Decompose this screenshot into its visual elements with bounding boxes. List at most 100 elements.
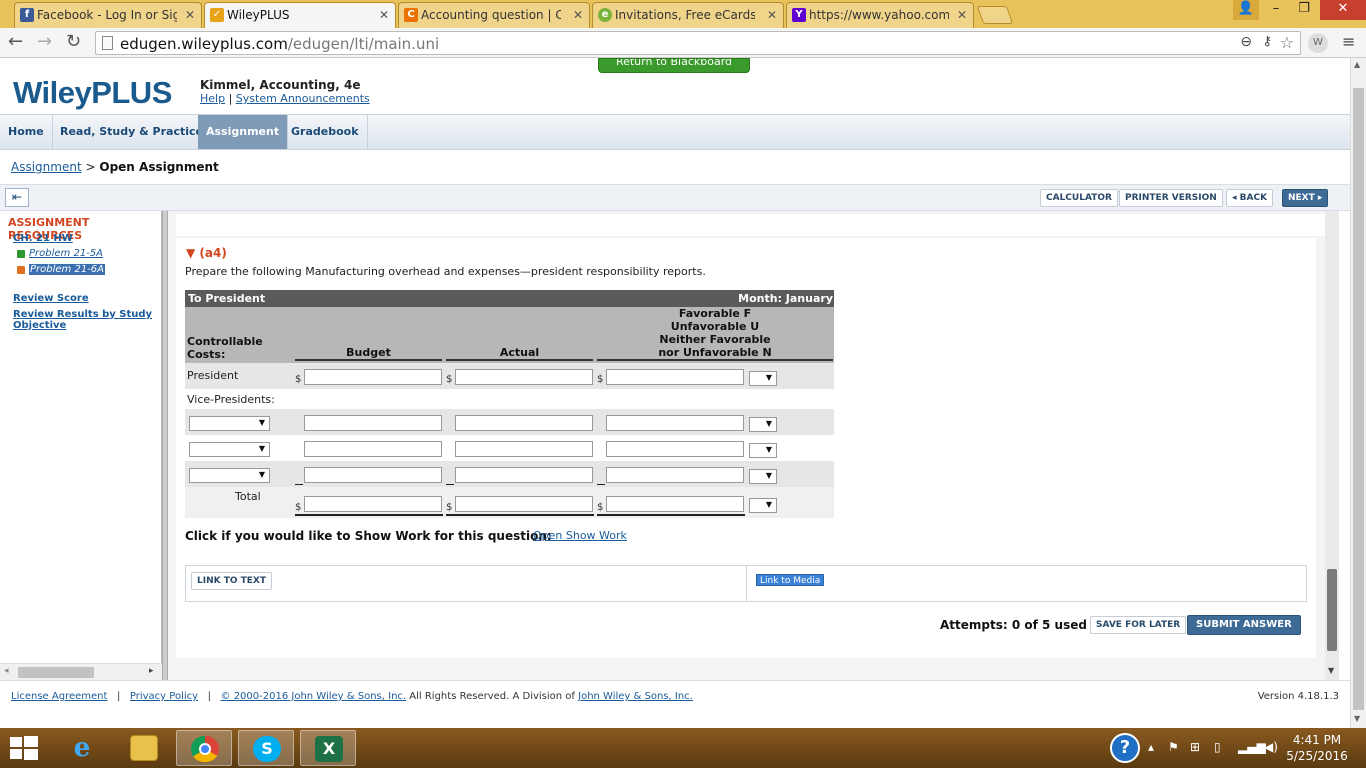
vp-budget-input[interactable] <box>304 441 442 457</box>
president-budget-input[interactable] <box>304 369 442 385</box>
close-icon[interactable]: ✕ <box>767 3 777 27</box>
vp-budget-input[interactable] <box>304 415 442 431</box>
forward-arrow-icon[interactable]: → <box>37 32 52 52</box>
nav-gradebook[interactable]: Gradebook <box>283 115 368 149</box>
help-icon[interactable]: ? <box>1110 733 1140 763</box>
vp-difference-input[interactable] <box>606 415 744 431</box>
review-results-link[interactable]: Review Results by Study Objective <box>13 309 158 331</box>
scroll-left-icon[interactable]: ◂ <box>4 666 9 676</box>
address-bar[interactable]: edugen.wileyplus.com/edugen/lti/main.uni… <box>95 31 1301 55</box>
windows-start-icon[interactable] <box>10 736 38 760</box>
vp-fu-select[interactable] <box>749 417 777 432</box>
link-to-media-button[interactable]: Link to Media <box>756 574 825 586</box>
network-icon[interactable]: ▂▄▆ <box>1238 740 1266 754</box>
zoom-icon[interactable]: ⊖ <box>1240 34 1252 50</box>
vp-actual-input[interactable] <box>455 441 593 457</box>
collapse-triangle-icon[interactable]: ▼ <box>186 246 195 260</box>
minimize-button[interactable]: – <box>1262 0 1290 20</box>
copyright-link[interactable]: © 2000-2016 John Wiley & Sons, Inc. <box>221 691 407 702</box>
close-icon[interactable]: ✕ <box>185 3 195 27</box>
sidebar-toggle-icon[interactable]: ⇤ <box>5 188 29 207</box>
content-scrollbar[interactable]: ▼ <box>1325 211 1339 681</box>
vp-difference-input[interactable] <box>606 441 744 457</box>
vp-actual-input[interactable] <box>455 415 593 431</box>
volume-icon[interactable]: ◀) <box>1264 740 1278 754</box>
open-show-work-link[interactable]: Open Show Work <box>533 529 627 542</box>
scroll-right-icon[interactable]: ▸ <box>149 666 154 676</box>
president-difference-input[interactable] <box>606 369 744 385</box>
announcements-link[interactable]: System Announcements <box>236 92 370 105</box>
tab-facebook[interactable]: f Facebook - Log In or Sign ✕ <box>14 2 202 28</box>
vp-budget-input[interactable] <box>304 467 442 483</box>
battery-icon[interactable]: ▯ <box>1214 740 1221 754</box>
scroll-down-icon[interactable]: ▼ <box>1354 714 1360 723</box>
extension-icon[interactable]: W <box>1308 33 1328 53</box>
company-link[interactable]: John Wiley & Sons, Inc. <box>578 691 693 702</box>
license-link[interactable]: License Agreement <box>11 691 107 702</box>
scrollbar-thumb[interactable] <box>1353 88 1364 710</box>
tab-wileyplus[interactable]: ✓ WileyPLUS ✕ <box>204 2 396 29</box>
president-actual-input[interactable] <box>455 369 593 385</box>
printer-version-button[interactable]: PRINTER VERSION <box>1119 189 1223 207</box>
reload-icon[interactable]: ↻ <box>66 32 81 52</box>
link-to-text-button[interactable]: LINK TO TEXT <box>191 572 273 590</box>
vp-name-select[interactable] <box>189 468 270 483</box>
chapter-link[interactable]: CH. 21 HW <box>13 233 73 244</box>
total-fu-select[interactable] <box>749 498 777 513</box>
scrollbar-thumb[interactable] <box>18 667 94 678</box>
vp-fu-select[interactable] <box>749 469 777 484</box>
internet-explorer-taskbar-button[interactable]: e <box>54 730 110 766</box>
chrome-taskbar-button[interactable] <box>176 730 232 766</box>
flag-icon[interactable]: ⚑ <box>1168 740 1179 754</box>
back-arrow-icon[interactable]: ← <box>8 32 23 52</box>
star-icon[interactable]: ☆ <box>1280 33 1294 52</box>
next-button[interactable]: NEXT ▸ <box>1282 189 1329 207</box>
tab-chegg[interactable]: C Accounting question | Che ✕ <box>398 2 590 28</box>
vp-fu-select[interactable] <box>749 443 777 458</box>
tab-evite[interactable]: e Invitations, Free eCards an ✕ <box>592 2 784 28</box>
vp-difference-input[interactable] <box>606 467 744 483</box>
tab-yahoo[interactable]: Y https://www.yahoo.com/ ✕ <box>786 2 974 28</box>
vp-name-select[interactable] <box>189 442 270 457</box>
taskbar-clock[interactable]: 4:41 PM 5/25/2016 <box>1282 732 1352 764</box>
vp-actual-input[interactable] <box>455 467 593 483</box>
close-icon[interactable]: ✕ <box>573 3 583 27</box>
user-icon[interactable]: 👤 <box>1233 0 1259 20</box>
url-text[interactable]: edugen.wileyplus.com/edugen/lti/main.uni <box>120 35 439 53</box>
page-scrollbar[interactable]: ▲ ▼ <box>1350 58 1366 728</box>
problem-link-21-6a[interactable]: Problem 21-6A <box>29 264 105 275</box>
problem-link-21-5a[interactable]: Problem 21-5A <box>29 248 103 259</box>
president-fu-select[interactable] <box>749 371 777 386</box>
nav-assignment[interactable]: Assignment <box>198 115 289 149</box>
calculator-button[interactable]: CALCULATOR <box>1040 189 1118 207</box>
breadcrumb-assignment-link[interactable]: Assignment <box>11 160 82 174</box>
scrollbar-thumb[interactable] <box>1327 569 1337 651</box>
save-for-later-button[interactable]: SAVE FOR LATER <box>1090 616 1187 634</box>
maximize-button[interactable]: ❐ <box>1290 0 1318 20</box>
vp-name-select[interactable] <box>189 416 270 431</box>
excel-taskbar-button[interactable]: X <box>300 730 356 766</box>
menu-icon[interactable]: ≡ <box>1342 32 1355 51</box>
windows-icon[interactable]: ⊞ <box>1190 740 1200 754</box>
scroll-up-icon[interactable]: ▲ <box>1354 60 1360 69</box>
scroll-down-icon[interactable]: ▼ <box>1328 666 1334 675</box>
return-to-blackboard-button[interactable]: Return to Blackboard <box>598 58 750 73</box>
total-difference-input[interactable] <box>606 496 744 512</box>
back-button[interactable]: ◂ BACK <box>1226 189 1274 207</box>
close-icon[interactable]: ✕ <box>957 3 967 27</box>
total-budget-input[interactable] <box>304 496 442 512</box>
skype-taskbar-button[interactable]: S <box>238 730 294 766</box>
review-score-link[interactable]: Review Score <box>13 293 89 304</box>
file-explorer-taskbar-button[interactable] <box>116 730 172 766</box>
help-link[interactable]: Help <box>200 92 225 105</box>
total-actual-input[interactable] <box>455 496 593 512</box>
close-window-button[interactable]: ✕ <box>1320 0 1366 20</box>
close-icon[interactable]: ✕ <box>379 3 389 27</box>
nav-read-study[interactable]: Read, Study & Practice <box>52 115 212 149</box>
show-hidden-icons-icon[interactable]: ▴ <box>1148 740 1154 754</box>
sidebar-horizontal-scrollbar[interactable]: ◂ ▸ <box>0 663 162 680</box>
privacy-link[interactable]: Privacy Policy <box>130 691 198 702</box>
part-header[interactable]: ▼ (a4) <box>186 246 227 260</box>
new-tab-button[interactable] <box>976 6 1014 24</box>
submit-answer-button[interactable]: SUBMIT ANSWER <box>1187 615 1301 635</box>
